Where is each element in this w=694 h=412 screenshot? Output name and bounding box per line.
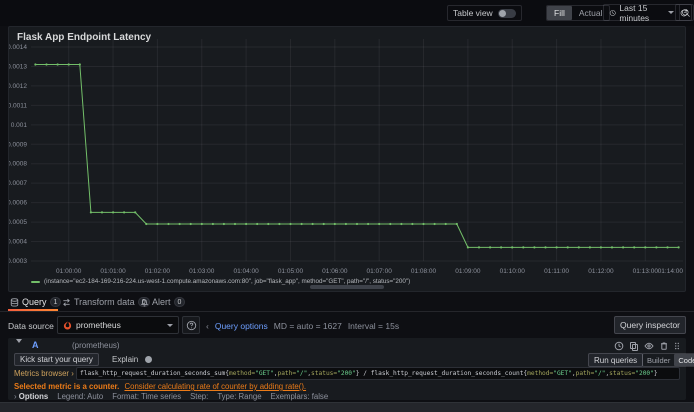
svg-text:0.0004: 0.0004 [9,239,27,246]
query-inspector-button[interactable]: Query inspector [614,316,686,334]
svg-text:01:10:00: 01:10:00 [500,268,526,275]
option-step: Step: [190,392,209,401]
eye-icon[interactable] [644,341,654,351]
time-range-label: Last 15 minutes [619,2,650,23]
svg-text:01:14:00: 01:14:00 [658,268,684,275]
kick-start-query-button[interactable]: Kick start your query [14,353,99,366]
option-type: Type: Range [217,392,262,401]
svg-text:0.0012: 0.0012 [9,83,27,90]
svg-text:0.0006: 0.0006 [9,200,27,207]
datasource-value: prometheus [76,320,121,330]
refresh-button[interactable] [675,4,692,21]
latency-panel: Flask App Endpoint Latency 0.0003 0.0004 0… [8,26,686,292]
svg-text:01:08:00: 01:08:00 [411,268,437,275]
table-view-label: Table view [453,8,493,18]
bell-icon [140,298,149,306]
svg-text:01:05:00: 01:05:00 [278,268,304,275]
warning-rate-link[interactable]: Consider calculating rate of counter by … [124,382,306,391]
tabs-divider [0,311,694,312]
max-data-points-summary: MD = auto = 1627 [273,321,342,331]
tab-query[interactable]: Query 1 [10,294,62,310]
svg-text:01:12:00: 01:12:00 [588,268,614,275]
refresh-icon [680,8,688,16]
question-circle-icon [186,320,196,330]
pane-resize-handle[interactable] [310,285,384,289]
table-view-toggle[interactable]: Table view [447,5,522,21]
svg-text:0.0009: 0.0009 [9,141,27,148]
query-options-summary-row: › Options Legend: Auto Format: Time seri… [14,392,328,401]
bottom-pane-edge [0,402,694,412]
query-datasource-hint: (prometheus) [72,341,120,350]
interval-summary: Interval = 15s [347,321,400,331]
tab-transform-label: Transform data [74,297,135,307]
chevron-right-icon: ‹ [206,321,209,331]
panel-edit-toolbar: Table view Fill Actual Last 15 minutes [0,0,694,26]
svg-text:01:06:00: 01:06:00 [322,268,348,275]
tab-alert[interactable]: Alert 0 [140,294,186,310]
database-icon [10,297,19,307]
warning-text: Selected metric is a counter. [14,382,120,391]
history-icon[interactable] [614,341,624,351]
svg-text:01:13:00: 01:13:00 [633,268,659,275]
svg-text:0.0011: 0.0011 [9,102,27,109]
options-toggle[interactable]: › Options [14,392,48,401]
tab-query-label: Query [22,297,47,307]
datasource-label: Data source [8,321,54,331]
svg-text:0.0007: 0.0007 [9,180,27,187]
svg-text:01:00:00: 01:00:00 [56,268,82,275]
fill-actual-segmented: Fill Actual [546,5,611,21]
clock-icon [609,9,616,16]
query-row-card: A (prometheus) Kick start your query Exp… [8,338,694,401]
query-options-toggle[interactable]: Query options [215,321,268,331]
metrics-browser-toggle[interactable]: Metrics browser › [14,369,74,378]
option-legend: Legend: Auto [57,392,104,401]
tab-alert-count: 0 [173,297,186,307]
svg-text:0.0003: 0.0003 [9,258,27,265]
svg-text:0.001: 0.001 [11,122,28,129]
svg-text:01:02:00: 01:02:00 [145,268,171,275]
svg-text:01:09:00: 01:09:00 [455,268,481,275]
svg-text:0.0008: 0.0008 [9,161,27,168]
svg-text:0.0014: 0.0014 [9,44,27,51]
legend-row[interactable]: (instance="ec2-184-169-216-224.us-west-1… [31,278,671,285]
counter-warning: Selected metric is a counter. Consider c… [14,382,306,391]
latency-chart[interactable]: 0.0003 0.0004 0.0005 0.0006 0.0007 0.0008 0.00… [9,27,687,277]
legend-series-color [31,280,40,283]
chevron-down-icon [667,11,674,14]
explain-label: Explain [112,355,139,364]
svg-text:0.0005: 0.0005 [9,219,27,226]
svg-text:01:01:00: 01:01:00 [100,268,126,275]
datasource-help-button[interactable] [182,316,200,334]
builder-button[interactable]: Builder [643,354,674,366]
table-view-switch[interactable] [497,8,516,18]
tab-transform-data[interactable]: Transform data 0 [62,294,150,310]
tab-alert-label: Alert [152,297,171,307]
prometheus-icon [63,320,72,329]
drag-handle-icon[interactable] [674,341,680,351]
builder-code-segmented: Builder Code [642,353,694,367]
trash-icon[interactable] [659,341,669,351]
datasource-picker[interactable]: prometheus [57,316,179,334]
option-exemplars: Exemplars: false [270,392,329,401]
run-queries-button[interactable]: Run queries [588,353,644,367]
svg-text:01:07:00: 01:07:00 [367,268,393,275]
svg-text:0.0013: 0.0013 [9,63,27,70]
tab-query-count: 1 [49,297,62,307]
copy-icon[interactable] [629,341,639,351]
fill-button[interactable]: Fill [547,6,572,20]
option-format: Format: Time series [112,392,182,401]
chevron-right-icon: › [71,369,74,378]
legend-series-label: (instance="ec2-184-169-216-224.us-west-1… [44,278,411,285]
query-expression[interactable]: flask_http_request_duration_seconds_sum{… [76,367,680,380]
transform-icon [63,298,70,306]
time-range-picker[interactable]: Last 15 minutes [604,2,679,23]
svg-text:01:04:00: 01:04:00 [233,268,259,275]
code-button[interactable]: Code [674,354,694,366]
chevron-down-icon [167,323,173,327]
svg-text:01:03:00: 01:03:00 [189,268,215,275]
query-ref-id: A [32,340,39,350]
svg-text:01:11:00: 01:11:00 [544,268,569,275]
